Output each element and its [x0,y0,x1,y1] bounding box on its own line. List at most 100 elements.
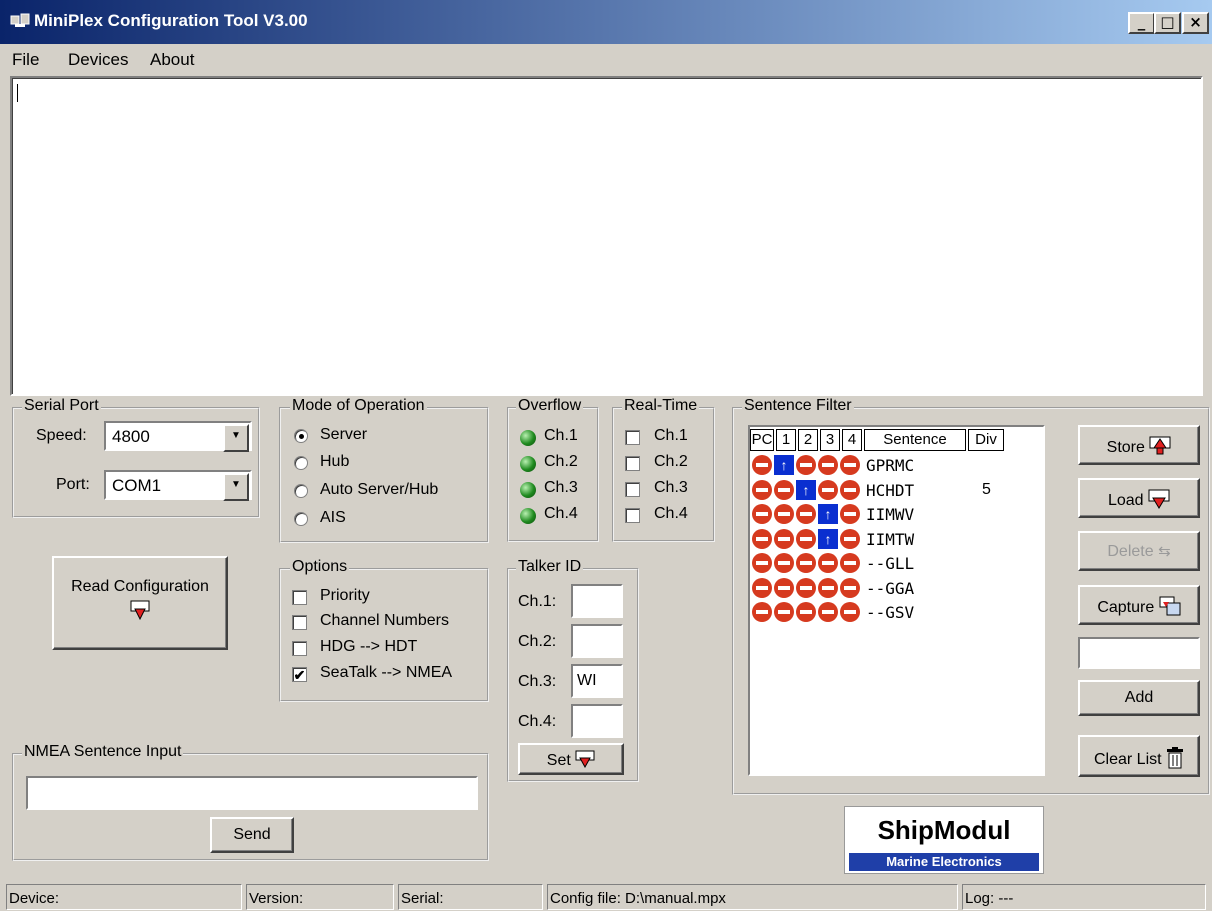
seatalk-nmea-checkbox[interactable]: ✔ [292,667,307,682]
minimize-button[interactable]: _ [1128,12,1155,34]
stop-icon[interactable] [752,479,772,500]
priority-checkbox[interactable] [292,590,307,605]
stop-icon[interactable] [796,577,816,598]
menu-devices[interactable]: Devices [68,50,128,70]
stop-icon[interactable] [840,455,860,475]
header-div[interactable]: Div [968,429,1004,451]
header-pc[interactable]: PC [750,429,774,451]
read-configuration-button[interactable]: Read Configuration [52,556,228,650]
stop-icon[interactable] [752,504,772,524]
upload-icon [575,750,595,769]
sentence-cell: GPRMC [866,456,915,475]
stop-icon[interactable] [818,479,838,500]
menu-file[interactable]: File [12,50,39,70]
stop-icon[interactable] [752,528,772,549]
stop-icon[interactable] [752,577,772,598]
capture-label: Capture [1097,599,1155,616]
stop-icon[interactable] [840,504,860,524]
stop-icon[interactable] [752,455,772,475]
talker-ch3-input[interactable]: WI [571,664,623,698]
overflow-led-2 [520,456,536,472]
stop-icon[interactable] [752,602,772,622]
stop-icon[interactable] [774,504,794,524]
mode-title: Mode of Operation [290,397,427,415]
text-caret [17,84,18,102]
send-button[interactable]: Send [210,817,294,853]
chevron-down-icon[interactable]: ▼ [223,424,249,452]
talker-ch2-input[interactable] [571,624,623,658]
stop-icon[interactable] [774,528,794,549]
stop-icon[interactable] [818,553,838,573]
stop-icon[interactable] [752,553,772,573]
mode-server-radio[interactable] [294,429,308,443]
clear-list-button[interactable]: Clear List [1078,735,1200,777]
header-ch4[interactable]: 4 [842,429,862,451]
close-button[interactable]: × [1182,12,1209,34]
chevron-down-icon[interactable]: ▼ [223,473,249,501]
realtime-ch4-checkbox[interactable] [625,508,640,523]
read-configuration-label: Read Configuration [71,578,209,595]
stop-icon[interactable] [840,602,860,622]
port-label: Port: [56,476,90,493]
header-ch2[interactable]: 2 [798,429,818,451]
realtime-ch1-checkbox[interactable] [625,430,640,445]
load-button[interactable]: Load [1078,478,1200,518]
sentence-filter-list[interactable]: PC 1 2 3 4 Sentence Div ↑ GPRMC ↑ HCHDT 5 ↑ II… [748,425,1045,776]
talker-ch1-input[interactable] [571,584,623,618]
stop-icon[interactable] [818,577,838,598]
stop-icon[interactable] [774,602,794,622]
sentence-cell: --GSV [866,603,915,622]
stop-icon[interactable] [840,553,860,573]
stop-icon[interactable] [840,528,860,549]
mode-ais-radio[interactable] [294,512,308,526]
store-button[interactable]: Store [1078,425,1200,465]
stop-icon[interactable] [840,479,860,500]
stop-icon[interactable] [796,504,816,524]
overflow-led-4 [520,508,536,524]
speed-select[interactable]: 4800 ▼ [104,421,252,452]
sentence-cell: IIMTW [866,529,915,549]
mode-auto-radio[interactable] [294,484,308,498]
arrow-up-icon[interactable]: ↑ [818,528,838,549]
maximize-button[interactable]: □ [1154,12,1181,34]
port-select[interactable]: COM1 ▼ [104,470,252,501]
stop-icon[interactable] [796,553,816,573]
talker-ch4-input[interactable] [571,704,623,738]
delete-button[interactable]: Delete ⇆ [1078,531,1200,571]
header-sentence[interactable]: Sentence [864,429,966,451]
stop-icon[interactable] [840,577,860,598]
capture-button[interactable]: Capture [1078,585,1200,625]
stop-icon[interactable] [774,553,794,573]
stop-icon[interactable] [774,479,794,500]
mode-hub-radio[interactable] [294,456,308,470]
realtime-ch3-checkbox[interactable] [625,482,640,497]
trash-icon [1167,747,1184,769]
arrow-up-icon[interactable]: ↑ [796,479,816,500]
stop-icon[interactable] [796,602,816,622]
menu-about[interactable]: About [150,50,194,70]
header-ch1[interactable]: 1 [776,429,796,451]
output-console[interactable] [10,76,1203,396]
hdg-hdt-checkbox[interactable] [292,641,307,656]
sentence-name-input[interactable] [1078,637,1200,669]
title-bar[interactable]: MiniPlex Configuration Tool V3.00 _ □ × [0,0,1212,44]
arrow-up-icon[interactable]: ↑ [818,504,838,524]
capture-icon [1159,596,1181,616]
hdg-hdt-label: HDG --> HDT [320,638,418,655]
stop-icon[interactable] [818,455,838,475]
realtime-ch2-checkbox[interactable] [625,456,640,471]
add-button[interactable]: Add [1078,680,1200,716]
menu-bar: File Devices About [0,44,1212,74]
set-button[interactable]: Set [518,743,624,775]
stop-icon[interactable] [796,455,816,475]
stop-icon[interactable] [774,577,794,598]
sentence-filter-title: Sentence Filter [742,397,854,415]
nmea-sentence-input[interactable] [26,776,478,810]
channel-numbers-checkbox[interactable] [292,615,307,630]
stop-icon[interactable] [796,528,816,549]
overflow-led-1 [520,430,536,446]
arrow-up-icon[interactable]: ↑ [774,455,794,475]
set-label: Set [546,752,571,769]
stop-icon[interactable] [818,602,838,622]
header-ch3[interactable]: 3 [820,429,840,451]
